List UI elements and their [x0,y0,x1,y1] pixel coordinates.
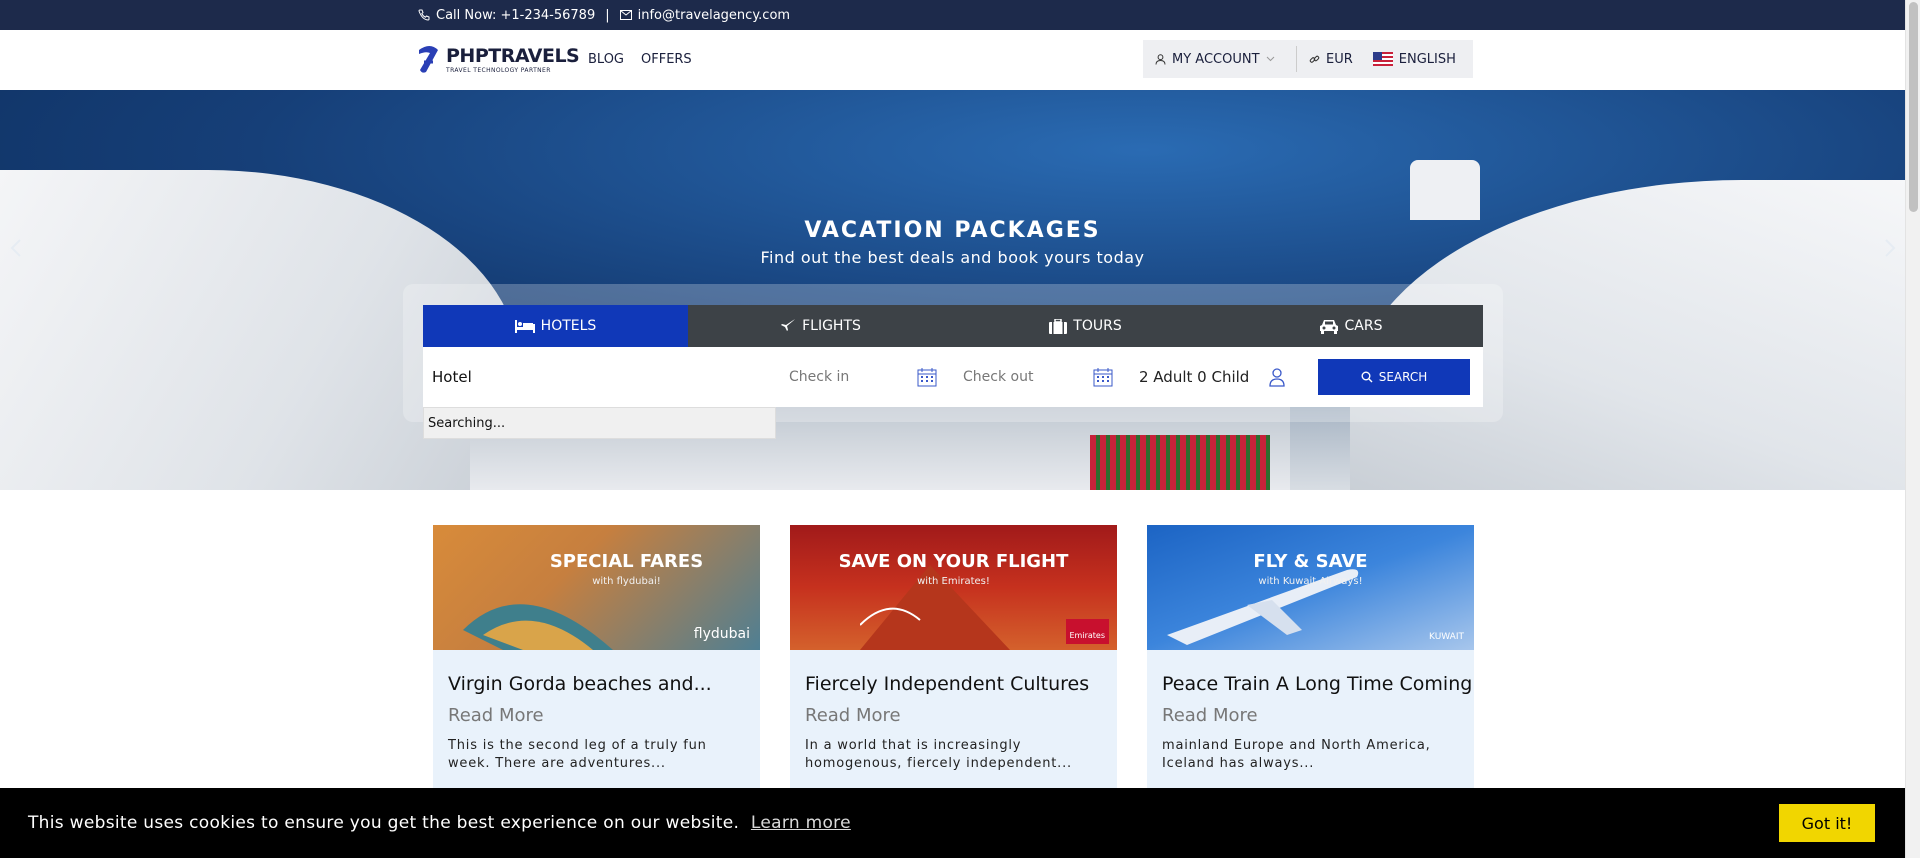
nav-blog[interactable]: BLOG [588,52,624,67]
banner-subtitle: with Kuwait Airways! [1258,576,1363,587]
user-icon [1155,53,1166,65]
car-icon [1319,319,1339,334]
read-more-link[interactable]: Read More [448,705,544,726]
card-description: mainland Europe and North America, Icela… [1162,738,1431,771]
guests-field[interactable]: 2 Adult 0 Child [1139,347,1249,407]
brand-logo: flydubai [693,626,750,642]
search-button[interactable]: SEARCH [1318,359,1470,395]
guests-value: 2 Adult 0 Child [1139,368,1250,386]
hotel-search-form: Check in Check out 2 Adult 0 Child SEARC… [423,347,1483,407]
learn-more-link[interactable]: Learn more [751,813,851,833]
checkin-placeholder: Check in [789,369,850,385]
top-bar: Call Now: +1-234-56789 | info@travelagen… [0,0,1905,30]
hero-chimney [1410,160,1480,220]
hero-flowers [1090,435,1270,490]
checkout-placeholder: Check out [963,369,1034,385]
tab-tours-label: TOURS [1073,318,1122,334]
link-icon [1309,54,1320,65]
search-button-label: SEARCH [1378,370,1428,384]
account-bar: MY ACCOUNT EUR ENGLISH [1143,40,1473,78]
guests-user-icon[interactable] [1269,347,1285,407]
cookie-message: This website uses cookies to ensure you … [28,813,851,833]
tab-tours[interactable]: TOURS [953,305,1218,347]
card-description: This is the second leg of a truly fun we… [448,738,707,771]
logo-tagline: TRAVEL TECHNOLOGY PARTNER [446,66,551,74]
site-logo[interactable]: PHPTRAVELS TRAVEL TECHNOLOGY PARTNER [416,44,580,76]
read-more-link[interactable]: Read More [1162,705,1258,726]
suitcase-icon [1049,318,1068,334]
tab-cars[interactable]: CARS [1218,305,1483,347]
cookie-text: This website uses cookies to ensure you … [28,813,740,833]
card-title[interactable]: Virgin Gorda beaches and... [448,673,712,695]
chevron-down-icon [1266,56,1275,62]
autocomplete-dropdown: Searching... [423,407,776,439]
hero-title: VACATION PACKAGES [804,218,1101,243]
slider-prev-arrow-icon[interactable] [10,238,22,258]
offer-banner: FLY & SAVE with Kuwait Airways! KUWAIT [1147,525,1474,650]
tab-flights-label: FLIGHTS [802,318,861,334]
phone-icon [418,9,430,21]
hero-subtitle: Find out the best deals and book yours t… [760,248,1145,267]
page-scrollbar[interactable] [1905,0,1920,858]
tab-flights[interactable]: FLIGHTS [688,305,953,347]
hotel-location-input[interactable] [423,347,776,407]
topbar-separator: | [605,7,610,23]
card-title[interactable]: Peace Train A Long Time Coming [1162,673,1472,695]
banner-title: SAVE ON YOUR FLIGHT [838,551,1069,572]
cookie-banner: This website uses cookies to ensure you … [0,788,1905,858]
offer-card[interactable]: SPECIAL FARES with flydubai! flydubai Vi… [433,525,760,805]
currency-selector[interactable]: EUR [1297,52,1365,67]
my-account-label: MY ACCOUNT [1172,51,1260,67]
banner-title: SPECIAL FARES [549,551,704,572]
language-label: ENGLISH [1398,51,1456,67]
checkout-calendar-icon[interactable] [1093,347,1113,407]
mail-icon [619,10,632,20]
search-tabs: HOTELS FLIGHTS TOURS CARS [423,305,1483,347]
tab-cars-label: CARS [1344,318,1383,334]
us-flag-icon [1372,52,1393,66]
card-title[interactable]: Fiercely Independent Cultures [805,673,1089,695]
tab-hotels[interactable]: HOTELS [423,305,688,347]
offer-card[interactable]: FLY & SAVE with Kuwait Airways! KUWAIT P… [1147,525,1474,805]
search-icon [1361,371,1373,383]
offer-banner: SPECIAL FARES with flydubai! flydubai [433,525,760,650]
scrollbar-thumb[interactable] [1909,2,1918,212]
offer-banner: SAVE ON YOUR FLIGHT with Emirates! Emira… [790,525,1117,650]
plane-icon [780,318,796,334]
card-description: In a world that is increasingly homogeno… [805,738,1072,771]
tab-hotels-label: HOTELS [540,318,597,334]
read-more-link[interactable]: Read More [805,705,901,726]
bed-icon [514,319,535,333]
email-link[interactable]: info@travelagency.com [638,8,790,23]
currency-label: EUR [1326,51,1353,67]
brand-logo: Emirates [1065,619,1109,644]
slider-next-arrow-icon[interactable] [1884,238,1896,258]
banner-title: FLY & SAVE [1253,551,1368,572]
main-header: PHPTRAVELS TRAVEL TECHNOLOGY PARTNER BLO… [0,30,1905,90]
checkin-calendar-icon[interactable] [917,347,937,407]
autocomplete-status: Searching... [428,416,506,431]
phone-number[interactable]: Call Now: +1-234-56789 [436,8,595,23]
banner-subtitle: with Emirates! [917,576,990,587]
nav-offers[interactable]: OFFERS [641,52,692,67]
brand-logo: KUWAIT [1429,632,1464,642]
language-selector[interactable]: ENGLISH [1365,52,1468,67]
got-it-button[interactable]: Got it! [1779,804,1875,842]
logo-text: PHPTRAVELS [446,44,580,67]
logo-mark-icon [419,46,438,73]
my-account-dropdown[interactable]: MY ACCOUNT [1143,52,1296,67]
offer-card[interactable]: SAVE ON YOUR FLIGHT with Emirates! Emira… [790,525,1117,805]
banner-subtitle: with flydubai! [592,576,661,587]
